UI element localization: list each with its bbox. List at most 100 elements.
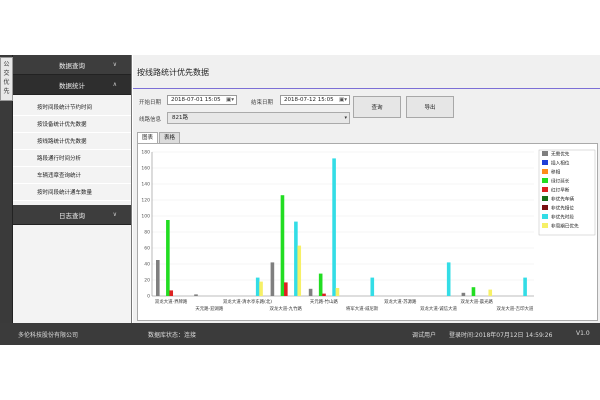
bar-0-4 bbox=[169, 290, 174, 296]
y-tick-label: 140 bbox=[141, 182, 150, 188]
sidebar-item-line-priority[interactable]: 按线路统计优先数据 bbox=[13, 133, 131, 150]
y-tick-label: 80 bbox=[144, 230, 150, 236]
end-date-field[interactable]: 2018-07-12 15:05 ▣▾ bbox=[280, 95, 350, 105]
chart-container: 180 160 140 120 100 80 60 40 20 0 双龙大道-界牌路 天元路-迎湖路双… bbox=[137, 143, 598, 321]
company-name: 多伦科技股份有限公司 bbox=[18, 332, 79, 339]
x-tick-label: 双龙大道-诚信大道 bbox=[420, 305, 457, 312]
start-date-field[interactable]: 2018-07-01 15:05 ▣▾ bbox=[167, 95, 237, 105]
section-label: 日志查询 bbox=[59, 211, 85, 220]
section-label: 数据查询 bbox=[59, 61, 85, 70]
sidebar-section-log-query[interactable]: 日志查询 ∨ bbox=[13, 205, 131, 225]
calendar-icon[interactable]: ▣▾ bbox=[339, 96, 347, 104]
main-panel: 按线路统计优先数据 开始日期 2018-07-01 15:05 ▣▾ 结束日期 … bbox=[133, 55, 600, 323]
x-tick-label: 将军大道-威尼斯 bbox=[346, 305, 379, 312]
bar-8-0 bbox=[461, 292, 466, 296]
sidebar-item-time-saving[interactable]: 按时间段统计节约时间 bbox=[13, 99, 131, 116]
y-tick-label: 20 bbox=[144, 278, 150, 284]
bar-4-0 bbox=[308, 288, 313, 296]
bar-4-7 bbox=[332, 158, 336, 296]
chevron-down-icon: ∨ bbox=[112, 61, 117, 68]
legend-swatch bbox=[542, 178, 548, 183]
sidebar: 数据查询 ∨ 数据统计 ∧ 按时间段统计节约时间 按设备统计优先数据 按线路统计… bbox=[13, 55, 132, 323]
bar-3-4 bbox=[284, 282, 288, 296]
bar-2-7 bbox=[255, 277, 260, 296]
sidebar-item-traffic-count[interactable]: 按时间段统计通车数量 bbox=[13, 184, 131, 201]
sidebar-section-statistics[interactable]: 数据统计 ∧ bbox=[13, 75, 131, 95]
x-tick-label: 双龙大道-九竹路 bbox=[270, 305, 303, 312]
end-date-value: 2018-07-12 15:05 bbox=[284, 97, 334, 103]
bar-8-8 bbox=[488, 289, 493, 296]
legend-swatch bbox=[542, 223, 548, 228]
tab-table[interactable]: 表格 bbox=[159, 132, 181, 143]
sidebar-item-vehicle-violation[interactable]: 车辆违章查询统计 bbox=[13, 167, 131, 184]
end-date-label: 结束日期 bbox=[251, 100, 274, 106]
bar-chart: 180160140120100806040200双龙大道-界牌路天元路-迎湖路双… bbox=[141, 150, 596, 312]
legend-entry: 非优先车辆 bbox=[551, 196, 574, 203]
legend-swatch bbox=[542, 151, 548, 156]
legend-entry: 非优先时段 bbox=[551, 214, 574, 221]
chevron-down-icon: ∨ bbox=[112, 211, 117, 218]
legend-swatch bbox=[542, 214, 548, 219]
y-tick-label: 100 bbox=[141, 214, 150, 220]
y-tick-label: 0 bbox=[147, 294, 150, 300]
y-tick-label: 180 bbox=[141, 150, 150, 156]
app-window: 公交优先 数据查询 ∨ 数据统计 ∧ 按时间段统计节约时间 按设备统计优先数据 … bbox=[0, 55, 600, 345]
left-vertical-strip: 公交优先 bbox=[0, 55, 13, 323]
export-button[interactable]: 导出 bbox=[406, 96, 454, 118]
legend-swatch bbox=[542, 187, 548, 192]
login-time: 登录时间:2018年07月12日 14:59:26 bbox=[449, 332, 553, 339]
bar-3-3 bbox=[280, 195, 285, 296]
legend-entry: 非周期已优先 bbox=[551, 223, 579, 230]
y-tick-label: 120 bbox=[141, 198, 150, 204]
y-tick-label: 40 bbox=[144, 262, 150, 268]
x-tick-label: 双龙大道-吉印大道 bbox=[497, 305, 534, 312]
bar-0-3 bbox=[166, 220, 170, 296]
legend-entry: 非优先相位 bbox=[551, 205, 574, 212]
bar-4-8 bbox=[335, 288, 340, 296]
sidebar-section-data-query[interactable]: 数据查询 ∨ bbox=[13, 55, 131, 75]
title-divider bbox=[133, 88, 600, 89]
db-status: 数据库状态：连接 bbox=[148, 332, 197, 339]
legend-entry: 插入相位 bbox=[551, 160, 570, 167]
x-tick-label: 双龙大道-清水亭东路(北) bbox=[223, 298, 272, 305]
module-tab-bus-priority[interactable]: 公交优先 bbox=[0, 57, 13, 101]
calendar-icon[interactable]: ▣▾ bbox=[226, 96, 234, 104]
view-tabs: 图表 表格 bbox=[137, 132, 181, 143]
legend-swatch bbox=[542, 196, 548, 201]
x-tick-label: 双龙大道-苏源路 bbox=[384, 298, 417, 305]
bar-0-0 bbox=[156, 260, 160, 296]
bar-3-7 bbox=[294, 221, 298, 296]
bar-2-8 bbox=[259, 281, 263, 296]
current-user: 调试用户 bbox=[412, 332, 437, 339]
bar-9-7 bbox=[523, 277, 527, 296]
start-date-value: 2018-07-01 15:05 bbox=[171, 97, 221, 103]
x-tick-label: 天元路-迎湖路 bbox=[195, 305, 224, 312]
bar-7-7 bbox=[446, 262, 451, 296]
line-info-label: 线路信息 bbox=[139, 117, 162, 123]
x-tick-label: 双龙大道-晨光路 bbox=[461, 298, 494, 305]
bar-8-3 bbox=[471, 287, 476, 296]
bar-3-8 bbox=[297, 245, 302, 296]
tab-chart[interactable]: 图表 bbox=[137, 132, 159, 143]
chevron-up-icon: ∧ bbox=[112, 81, 117, 88]
page-title: 按线路统计优先数据 bbox=[137, 68, 209, 77]
start-date-label: 开始日期 bbox=[139, 100, 162, 106]
legend-swatch bbox=[542, 169, 548, 174]
line-select[interactable]: 821路 ▾ bbox=[167, 112, 350, 124]
legend-entry: 红灯早断 bbox=[551, 187, 570, 194]
legend-entry: 无需优先 bbox=[551, 151, 570, 158]
x-tick-label: 双龙大道-界牌路 bbox=[155, 298, 188, 305]
bar-4-3 bbox=[318, 273, 323, 296]
x-tick-label: 天元路-竹山路 bbox=[310, 298, 339, 305]
line-select-value: 821路 bbox=[172, 115, 188, 121]
y-tick-label: 160 bbox=[141, 166, 150, 172]
y-tick-label: 60 bbox=[144, 246, 150, 252]
status-bar: 多伦科技股份有限公司 数据库状态：连接 调试用户 登录时间:2018年07月12… bbox=[0, 323, 600, 345]
app-version: V1.0 bbox=[576, 330, 590, 337]
sidebar-item-road-travel-time[interactable]: 路段通行时间分析 bbox=[13, 150, 131, 167]
bar-1-0 bbox=[194, 294, 198, 296]
legend-entry: 绿灯延长 bbox=[551, 178, 570, 185]
query-button[interactable]: 查询 bbox=[353, 96, 401, 118]
legend-swatch bbox=[542, 160, 548, 165]
sidebar-item-device-priority[interactable]: 按设备统计优先数据 bbox=[13, 116, 131, 133]
